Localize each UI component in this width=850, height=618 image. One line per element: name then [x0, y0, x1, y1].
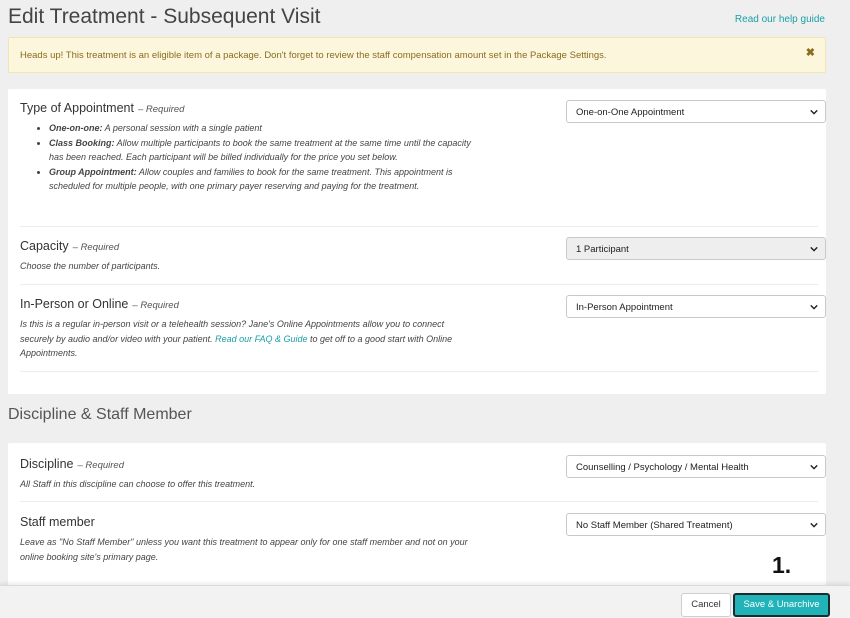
save-unarchive-button[interactable]: Save & Unarchive: [733, 593, 830, 617]
chevron-down-icon: [810, 304, 818, 310]
selected-value: 1 Participant: [576, 244, 629, 255]
staff-member-title: Staff member: [20, 515, 95, 529]
alert-text: Heads up! This treatment is an eligible …: [20, 50, 607, 61]
staff-member-select[interactable]: No Staff Member (Shared Treatment): [566, 513, 826, 536]
package-alert: Heads up! This treatment is an eligible …: [8, 37, 826, 73]
appointment-settings-card: Type of Appointment– Required One-on-one…: [8, 89, 826, 394]
required-tag: – Required: [77, 460, 124, 471]
in-person-online-label: In-Person or Online: [20, 297, 129, 311]
discipline-staff-card: Discipline – Required All Staff in this d…: [8, 443, 826, 585]
close-icon[interactable]: ✖: [806, 46, 815, 59]
form-footer: Cancel Save & Unarchive: [0, 585, 850, 618]
chevron-down-icon: [810, 246, 818, 252]
selected-value: In-Person Appointment: [576, 302, 673, 313]
in-person-online-row: In-Person or Online – Required Is this is…: [20, 285, 826, 372]
appointment-type-descriptions: One-on-one: A personal session with a si…: [20, 121, 480, 194]
chevron-down-icon: [810, 464, 818, 470]
type-of-appointment-label: Type of Appointment: [20, 101, 134, 115]
selected-value: One-on-One Appointment: [576, 107, 685, 118]
required-tag: – Required: [72, 242, 120, 253]
option-term: One-on-one:: [49, 123, 103, 133]
type-of-appointment-row: Type of Appointment– Required One-on-one…: [20, 89, 826, 227]
section-title: Discipline & Staff Member: [8, 406, 192, 423]
discipline-row: Discipline – Required All Staff in this d…: [20, 443, 826, 502]
chevron-down-icon: [810, 522, 818, 528]
required-tag: – Required: [137, 104, 185, 115]
list-item: Group Appointment: Allow couples and fam…: [49, 165, 480, 194]
in-person-online-description: Is this is a regular in-person visit or …: [20, 317, 480, 361]
staff-member-label: Staff member: [20, 515, 95, 529]
capacity-label: Capacity: [20, 239, 69, 253]
option-text: A personal session with a single patient: [102, 123, 262, 133]
in-person-online-title: In-Person or Online – Required: [20, 297, 179, 311]
discipline-select[interactable]: Counselling / Psychology / Mental Health: [566, 455, 826, 478]
required-tag: – Required: [132, 300, 179, 311]
faq-guide-link[interactable]: Read our FAQ & Guide: [215, 334, 307, 344]
option-term: Class Booking:: [49, 137, 115, 148]
capacity-row: Capacity – Required Choose the number of …: [20, 227, 826, 285]
option-term: Group Appointment:: [49, 166, 137, 177]
capacity-description: Choose the number of participants.: [20, 261, 161, 271]
cancel-button[interactable]: Cancel: [681, 593, 731, 617]
help-guide-link[interactable]: Read our help guide: [735, 14, 825, 25]
discipline-title: Discipline – Required: [20, 457, 124, 471]
discipline-description: All Staff in this discipline can choose …: [20, 479, 256, 489]
staff-member-description: Leave as "No Staff Member" unless you wa…: [20, 537, 468, 562]
list-item: One-on-one: A personal session with a si…: [49, 121, 480, 136]
capacity-title: Capacity – Required: [20, 239, 119, 253]
page-title: Edit Treatment - Subsequent Visit: [8, 5, 321, 28]
type-of-appointment-title: Type of Appointment – Required: [20, 101, 184, 115]
step-label: 1.: [772, 552, 792, 578]
staff-member-row: Staff member Leave as "No Staff Member" …: [20, 502, 826, 577]
capacity-select[interactable]: 1 Participant: [566, 237, 826, 260]
appointment-type-select[interactable]: One-on-One Appointment: [566, 100, 826, 123]
chevron-down-icon: [810, 109, 818, 115]
selected-value: No Staff Member (Shared Treatment): [576, 520, 733, 531]
list-item: Class Booking: Allow multiple participan…: [49, 136, 480, 165]
selected-value: Counselling / Psychology / Mental Health: [576, 462, 749, 473]
appointment-mode-select[interactable]: In-Person Appointment: [566, 295, 826, 318]
discipline-label: Discipline: [20, 457, 74, 471]
